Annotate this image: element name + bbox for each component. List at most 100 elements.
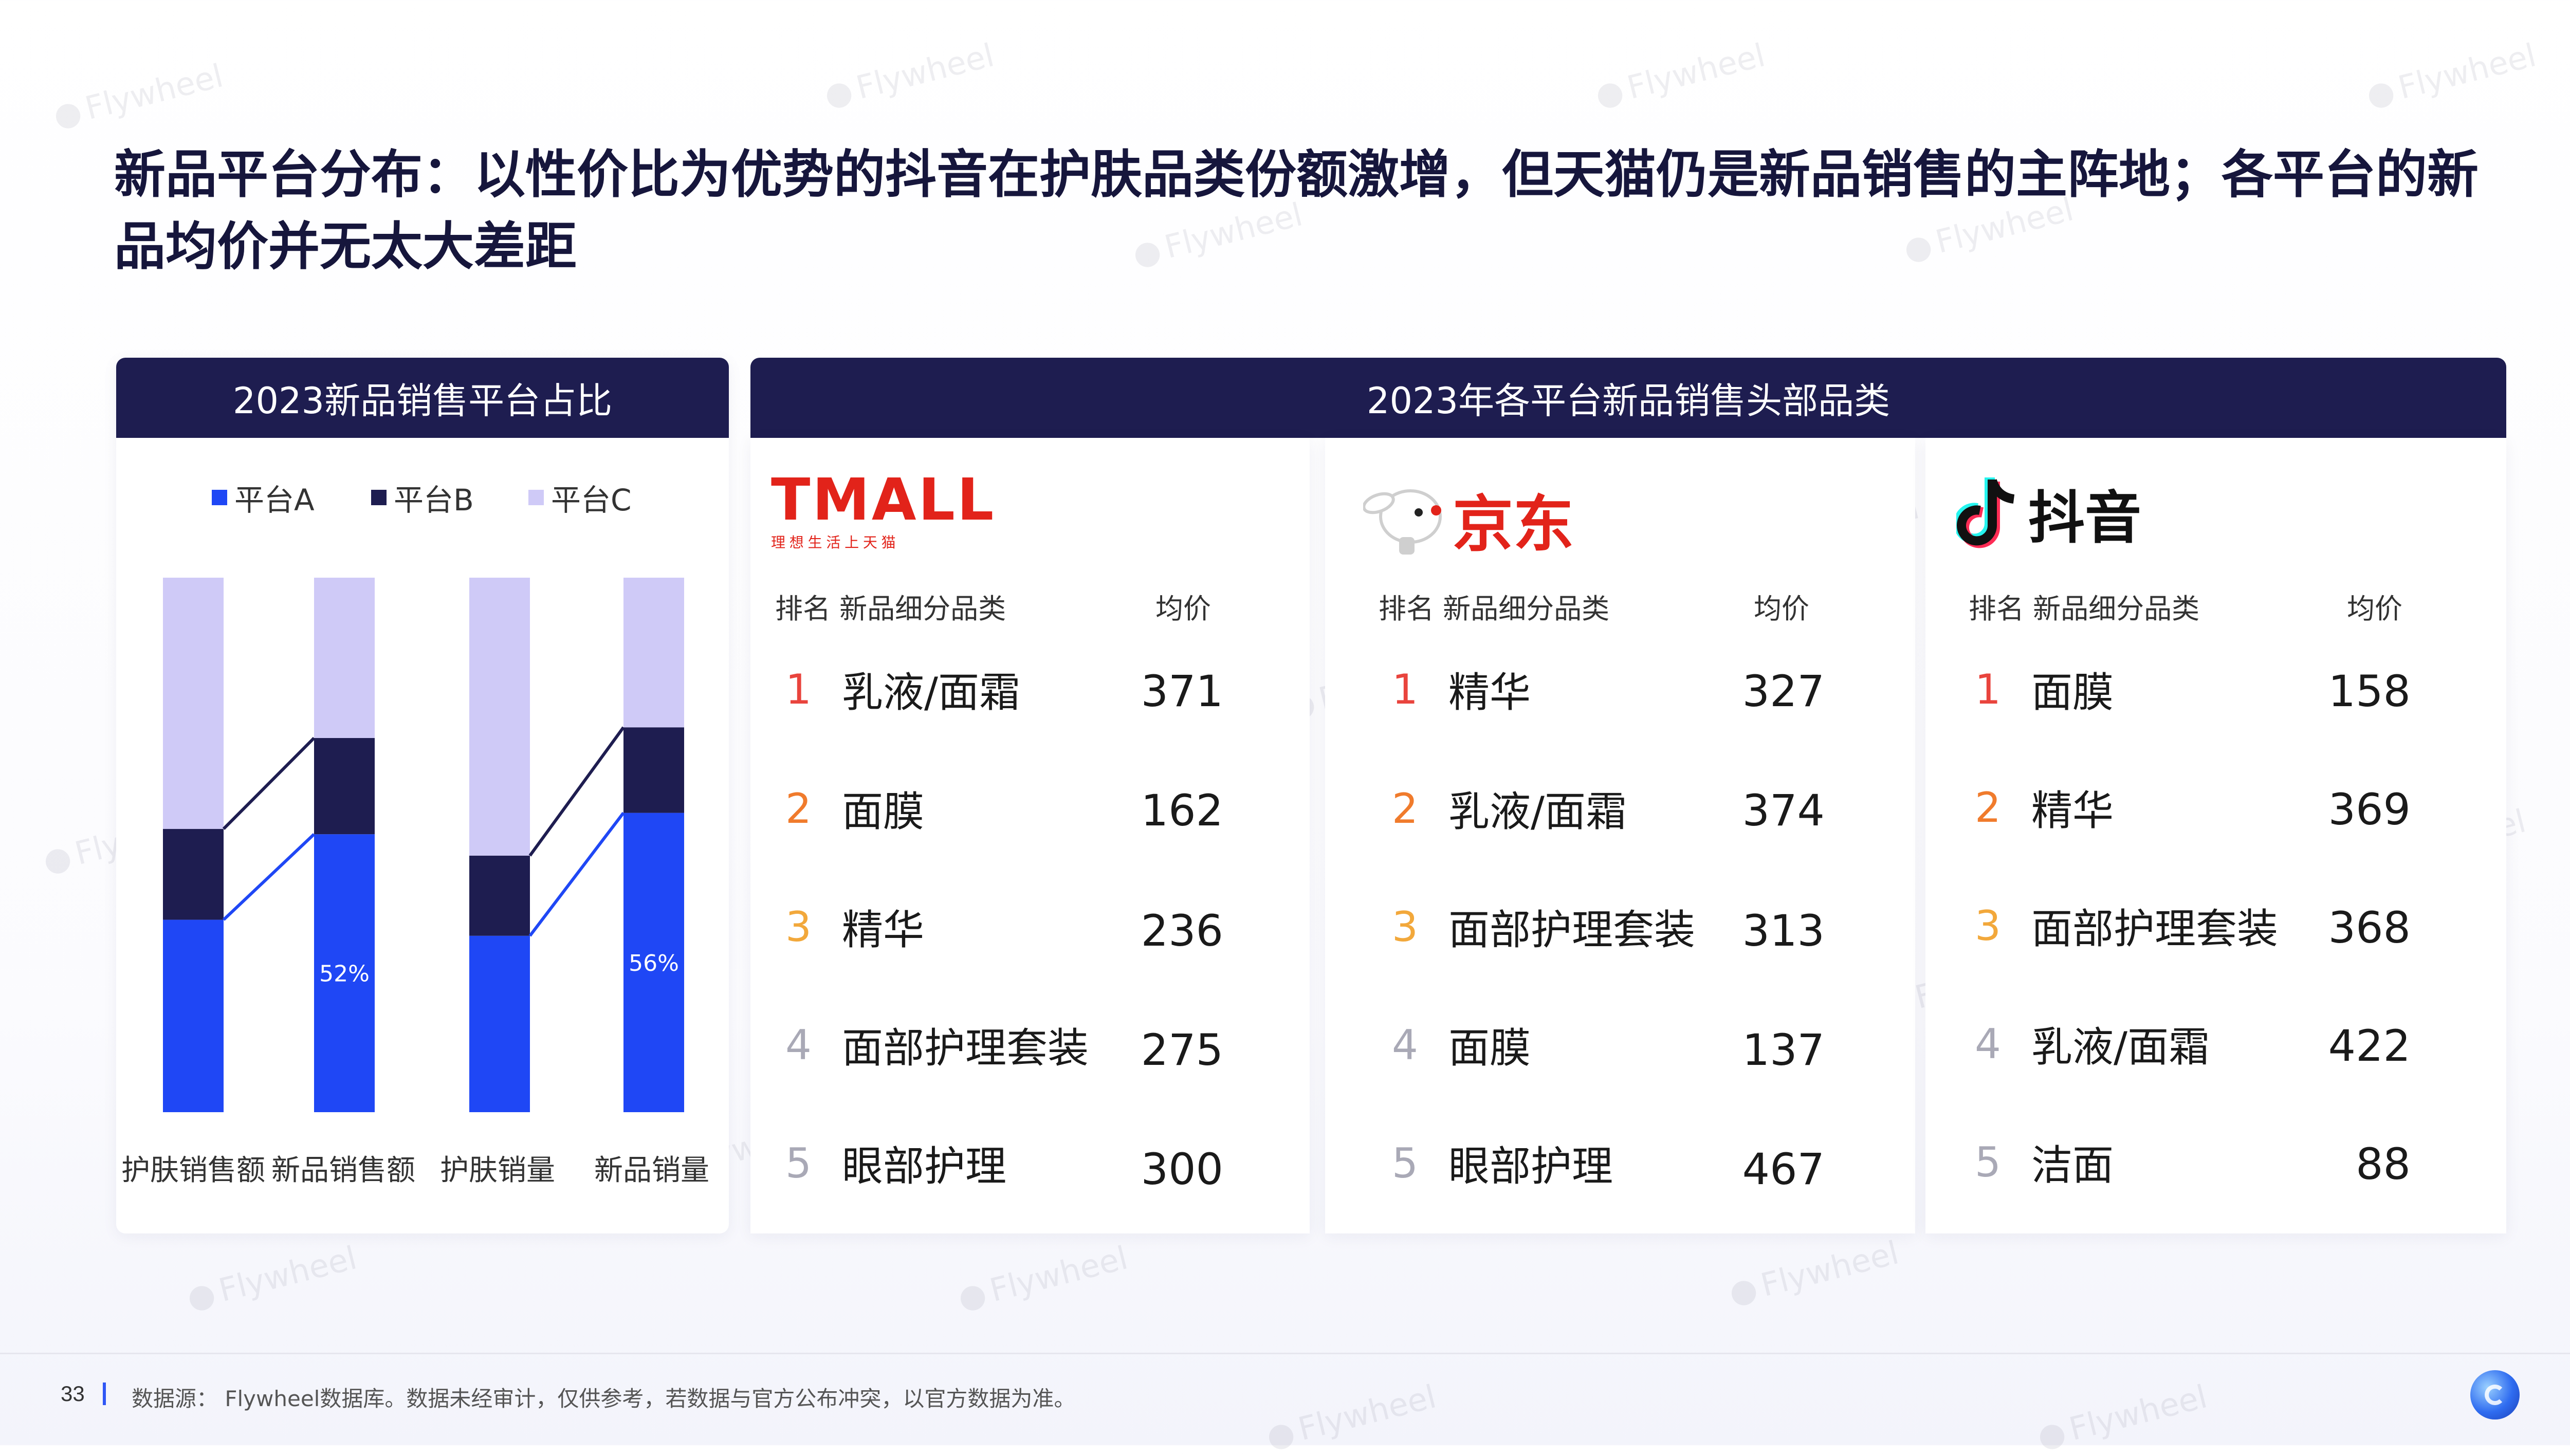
page-number-divider: [103, 1383, 106, 1405]
watermark: Flywheel: [183, 1239, 360, 1317]
x-tick-label-0: 护肤销售额: [121, 1154, 265, 1187]
watermark: Flywheel: [49, 57, 227, 135]
jd-price-4: 137: [1742, 1025, 1825, 1075]
legend-swatch-c: [528, 490, 544, 505]
legend-label-c: 平台C: [551, 483, 632, 518]
bar-segment-1-3: [469, 935, 530, 1112]
legend-label-b: 平台B: [394, 483, 474, 518]
connector-line-2-2: [528, 726, 625, 857]
watermark: Flywheel: [2033, 1377, 2211, 1455]
bar-segment-2-1: [163, 828, 224, 920]
jd-logo-text: 京东: [1453, 489, 1574, 560]
rank-number: 3: [1975, 901, 2001, 950]
douyin-price-5: 88: [2356, 1139, 2411, 1189]
rank-number: 4: [1392, 1021, 1418, 1069]
watermark: Flywheel: [2362, 36, 2540, 114]
x-tick-label-1: 新品销售额: [271, 1154, 415, 1187]
bar-segment-3-3: [469, 578, 530, 856]
douyin-price-4: 422: [2328, 1021, 2411, 1071]
rank-number: 4: [785, 1021, 812, 1069]
douyin-logo: 抖音: [1956, 472, 2141, 554]
jd-row-2: 2 乳液/面霜: [1392, 775, 1627, 842]
rank-number: 5: [1975, 1138, 2001, 1186]
tmall-tagline: 理 想 生 活 上 天 猫: [771, 535, 896, 550]
douyin-row-2: 2 精华: [1975, 774, 2114, 841]
douyin-row-3: 3 面部护理套装: [1975, 892, 2278, 959]
douyin-col-rank-category: 排名 新品细分品类: [1969, 593, 2200, 625]
bar-segment-2-3: [469, 855, 530, 936]
jd-col-price: 均价: [1754, 593, 1809, 625]
jd-logo: 京东: [1363, 475, 1574, 563]
category-name: 精华: [2031, 787, 2114, 835]
flywheel-logo-icon: [2470, 1370, 2520, 1420]
bar-segment-3-4: [623, 578, 684, 728]
connector-line-2-1: [528, 812, 625, 937]
tmall-row-2: 2 面膜: [785, 775, 924, 842]
category-name: 面部护理套装: [1448, 906, 1695, 954]
watermark: Flywheel: [954, 1239, 1131, 1317]
tmall-price-2: 162: [1141, 785, 1223, 836]
legend-label-a: 平台A: [234, 483, 315, 518]
watermark: Flywheel: [820, 36, 998, 114]
tmall-price-3: 236: [1141, 906, 1223, 956]
douyin-price-1: 158: [2328, 666, 2411, 716]
rank-number: 1: [785, 665, 812, 713]
category-name: 面膜: [2031, 669, 2114, 716]
category-name: 乳液/面霜: [2031, 1023, 2210, 1071]
rank-number: 2: [1392, 784, 1418, 833]
douyin-price-2: 369: [2328, 784, 2411, 835]
jd-row-4: 4 面膜: [1392, 1011, 1531, 1078]
jd-row-5: 5 眼部护理: [1392, 1130, 1613, 1196]
douyin-price-3: 368: [2328, 902, 2411, 953]
watermark: Flywheel: [1591, 36, 1769, 114]
tmall-col-rank-category: 排名 新品细分品类: [775, 593, 1006, 625]
tmall-logo: TMALL 理 想 生 活 上 天 猫: [771, 471, 996, 552]
stacked-bar-chart: 52% 56%: [163, 578, 684, 1112]
douyin-logo-text: 抖音: [2028, 485, 2141, 551]
tmall-row-4: 4 面部护理套装: [785, 1011, 1089, 1078]
category-name: 精华: [842, 906, 924, 954]
x-tick-label-2: 护肤销量: [440, 1154, 555, 1187]
connector-line-1-2: [222, 736, 316, 830]
tmall-row-3: 3 精华: [785, 893, 924, 960]
jd-row-3: 3 面部护理套装: [1392, 893, 1695, 960]
rank-number: 1: [1392, 665, 1418, 713]
tmall-price-4: 275: [1141, 1025, 1223, 1075]
tmall-row-5: 5 眼部护理: [785, 1130, 1006, 1196]
bar-segment-2-2: [314, 738, 375, 835]
legend-item-c: 平台C: [528, 476, 632, 519]
category-name: 眼部护理: [1448, 1142, 1613, 1190]
category-name: 面膜: [1448, 1024, 1531, 1072]
rank-number: 2: [1975, 783, 2001, 832]
douyin-row-1: 1 面膜: [1975, 656, 2114, 723]
tmall-price-1: 371: [1141, 666, 1223, 716]
jd-dog-icon: [1363, 489, 1442, 555]
x-tick-label-3: 新品销量: [594, 1154, 709, 1187]
jd-price-1: 327: [1742, 666, 1825, 716]
category-name: 洁面: [2031, 1141, 2114, 1189]
tmall-price-5: 300: [1141, 1144, 1223, 1194]
legend-item-b: 平台B: [371, 476, 474, 519]
rank-number: 5: [1392, 1139, 1418, 1187]
page-title: 新品平台分布：以性价比为优势的抖音在护肤品类份额激增，但天猫仍是新品销售的主阵地…: [114, 144, 2479, 277]
jd-price-5: 467: [1742, 1144, 1825, 1194]
jd-col-rank-category: 排名 新品细分品类: [1379, 593, 1610, 625]
rank-number: 3: [1392, 902, 1418, 951]
data-label-4: 56%: [629, 950, 679, 976]
category-name: 面部护理套装: [2031, 905, 2278, 953]
douyin-note-icon: [1956, 477, 2015, 548]
douyin-col-price: 均价: [2347, 593, 2402, 625]
rank-number: 4: [1975, 1020, 2001, 1068]
tmall-row-1: 1 乳液/面霜: [785, 656, 1020, 723]
jd-price-3: 313: [1742, 906, 1825, 956]
legend-swatch-b: [371, 490, 387, 505]
connector-line-1-1: [222, 833, 316, 921]
legend-swatch-a: [212, 490, 227, 505]
rank-number: 1: [1975, 665, 2001, 713]
platform-share-header: 2023新品销售平台占比: [116, 358, 729, 438]
douyin-row-5: 5 洁面: [1975, 1129, 2114, 1195]
douyin-row-4: 4 乳液/面霜: [1975, 1010, 2210, 1077]
jd-price-2: 374: [1742, 785, 1825, 836]
bar-segment-3-2: [314, 578, 375, 738]
bar-segment-3-1: [163, 578, 224, 829]
